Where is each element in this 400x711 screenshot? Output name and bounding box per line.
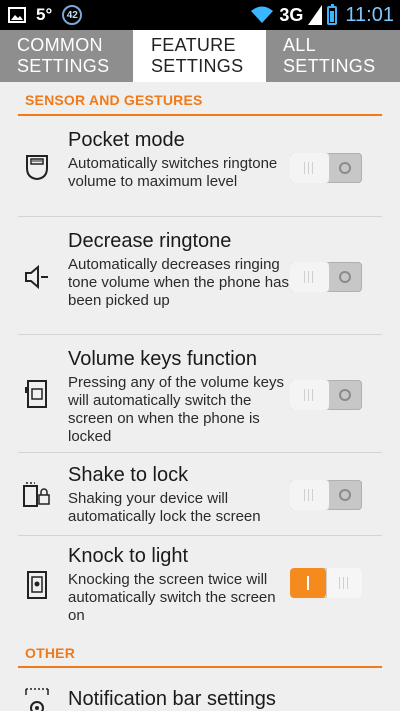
setting-description: Pressing any of the volume keys will aut… <box>68 374 284 445</box>
knock-icon <box>27 571 47 599</box>
setting-title: Volume keys function <box>68 348 257 370</box>
setting-row-shake-to-lock[interactable]: Shake to lock Shaking your device will a… <box>0 453 400 535</box>
knock-to-light-toggle[interactable] <box>290 568 362 598</box>
shake-to-lock-toggle[interactable] <box>290 480 362 510</box>
tab-bar: COMMON SETTINGS FEATURE SETTINGS ALL SET… <box>0 30 400 82</box>
setting-description: Shaking your device will automatically l… <box>68 490 261 525</box>
status-bar: 5° 42 3G 11:01 <box>0 0 400 30</box>
setting-description: Automatically switches ringtone volume t… <box>68 155 278 190</box>
setting-title: Decrease ringtone <box>68 230 232 252</box>
pocket-icon <box>26 155 48 181</box>
setting-row-pocket-mode[interactable]: Pocket mode Automatically switches ringt… <box>0 116 400 216</box>
setting-row-notification-bar[interactable]: Notification bar settings <box>0 668 400 711</box>
section-heading-other: OTHER <box>25 645 75 661</box>
setting-row-volume-keys[interactable]: Volume keys function Pressing any of the… <box>0 335 400 452</box>
volume-keys-icon <box>25 380 47 408</box>
tab-feature-settings[interactable]: FEATURE SETTINGS <box>133 30 266 82</box>
setting-row-knock-to-light[interactable]: Knock to light Knocking the screen twice… <box>0 536 400 636</box>
setting-row-decrease-ringtone[interactable]: Decrease ringtone Automatically decrease… <box>0 217 400 334</box>
setting-title: Shake to lock <box>68 464 189 486</box>
tab-common-settings[interactable]: COMMON SETTINGS <box>0 30 133 82</box>
wifi-icon <box>251 6 274 23</box>
temperature: 5° <box>36 5 53 24</box>
image-icon <box>8 7 26 23</box>
notification-count-badge: 42 <box>62 5 83 25</box>
setting-description: Knocking the screen twice will automatic… <box>68 571 276 624</box>
decrease-ringtone-toggle[interactable] <box>290 262 362 292</box>
volume-keys-toggle[interactable] <box>290 380 362 410</box>
tab-all-settings[interactable]: ALL SETTINGS <box>266 30 400 82</box>
clock: 11:01 <box>345 3 394 26</box>
network-type: 3G <box>279 4 304 25</box>
battery-icon <box>327 3 338 25</box>
signal-icon <box>308 5 323 25</box>
setting-title: Pocket mode <box>68 129 185 151</box>
setting-description: Automatically decreases ringing tone vol… <box>68 256 289 309</box>
section-heading-sensor: SENSOR AND GESTURES <box>25 92 203 108</box>
notification-bar-icon <box>25 688 49 711</box>
setting-title: Notification bar settings <box>68 688 276 710</box>
setting-title: Knock to light <box>68 545 189 567</box>
pocket-mode-toggle[interactable] <box>290 153 362 183</box>
shake-lock-icon <box>23 482 50 507</box>
speaker-icon <box>25 264 48 290</box>
